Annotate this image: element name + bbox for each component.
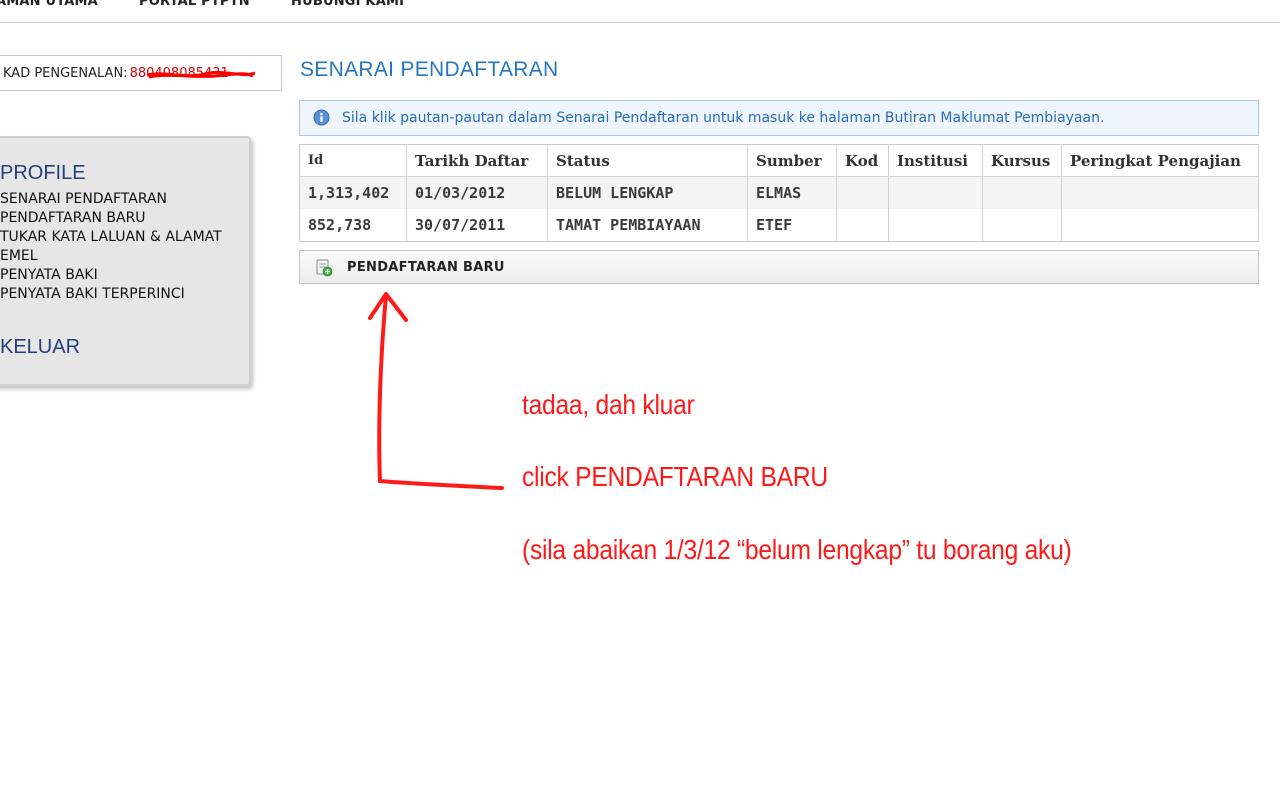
menu-link-senarai-pendaftaran[interactable]: SENARAI PENDAFTARAN	[0, 191, 167, 207]
nav-link-portal-ptptn[interactable]: PORTAL PTPTN	[139, 0, 250, 9]
nav-link-laman-utama[interactable]: AMAN UTAMA	[0, 0, 98, 9]
cell-status: BELUM LENGKAP	[547, 176, 748, 209]
cell-institusi	[888, 176, 983, 209]
cell-peringkat-pengajian	[1061, 176, 1259, 209]
cell-kursus	[982, 176, 1062, 209]
ic-label: KAD PENGENALAN:	[3, 66, 128, 81]
menu-link-penyata-baki-terperinci[interactable]: PENYATA BAKI TERPERINCI	[0, 286, 185, 302]
annotation-note: click PENDAFTARAN BARU	[522, 461, 828, 492]
menu-profile-heading[interactable]: PROFILE	[0, 162, 86, 185]
new-registration-button[interactable]: PENDAFTARAN BARU	[299, 250, 1259, 284]
cell-id[interactable]: 1,313,402	[299, 176, 407, 209]
annotation-note: tadaa, dah kluar	[522, 389, 695, 420]
cell-status: TAMAT PEMBIAYAAN	[547, 209, 748, 242]
menu-link-tukar-kata-laluan[interactable]: TUKAR KATA LALUAN & ALAMAT	[0, 229, 222, 245]
table-row[interactable]: 852,738 30/07/2011 TAMAT PEMBIAYAAN ETEF	[299, 209, 1259, 242]
table-header-row: Id Tarikh Daftar Status Sumber Kod Insti…	[299, 144, 1259, 177]
cell-kod	[836, 209, 889, 242]
col-header-kod: Kod	[836, 144, 889, 177]
add-document-icon	[316, 259, 333, 277]
ic-number-box: KAD PENGENALAN: 880408085431	[0, 55, 282, 91]
cell-tarikh-daftar: 01/03/2012	[406, 176, 548, 209]
cell-kursus	[982, 209, 1062, 242]
cell-institusi	[888, 209, 983, 242]
redaction-scribble	[146, 70, 256, 79]
top-navigation: AMAN UTAMA PORTAL PTPTN HUBUNGI KAMI	[0, 0, 1280, 23]
page-title: SENARAI PENDAFTARAN	[300, 58, 559, 81]
table-row[interactable]: 1,313,402 01/03/2012 BELUM LENGKAP ELMAS	[299, 176, 1259, 209]
cell-kod	[836, 176, 889, 209]
info-message: Sila klik pautan-pautan dalam Senarai Pe…	[299, 100, 1259, 136]
menu-link-penyata-baki[interactable]: PENYATA BAKI	[0, 267, 98, 283]
annotation-note: (sila abaikan 1/3/12 “belum lengkap” tu …	[522, 534, 1072, 565]
col-header-status: Status	[547, 144, 748, 177]
registration-table: Id Tarikh Daftar Status Sumber Kod Insti…	[299, 144, 1259, 242]
side-menu: PROFILE SENARAI PENDAFTARAN PENDAFTARAN …	[0, 136, 251, 386]
cell-peringkat-pengajian	[1061, 209, 1259, 242]
logout-link[interactable]: KELUAR	[0, 336, 80, 359]
cell-tarikh-daftar: 30/07/2011	[406, 209, 548, 242]
new-registration-label: PENDAFTARAN BARU	[347, 260, 505, 275]
col-header-id: Id	[299, 144, 407, 177]
nav-link-hubungi-kami[interactable]: HUBUNGI KAMI	[291, 0, 404, 9]
info-text: Sila klik pautan-pautan dalam Senarai Pe…	[342, 110, 1105, 126]
col-header-kursus: Kursus	[982, 144, 1062, 177]
col-header-sumber: Sumber	[747, 144, 837, 177]
menu-link-pendaftaran-baru[interactable]: PENDAFTARAN BARU	[0, 210, 146, 226]
info-icon	[313, 109, 330, 126]
cell-sumber: ETEF	[747, 209, 837, 242]
menu-link-emel[interactable]: EMEL	[0, 248, 38, 264]
cell-sumber: ELMAS	[747, 176, 837, 209]
col-header-tarikh-daftar: Tarikh Daftar	[406, 144, 548, 177]
col-header-peringkat-pengajian: Peringkat Pengajian	[1061, 144, 1259, 177]
col-header-institusi: Institusi	[888, 144, 983, 177]
cell-id[interactable]: 852,738	[299, 209, 407, 242]
